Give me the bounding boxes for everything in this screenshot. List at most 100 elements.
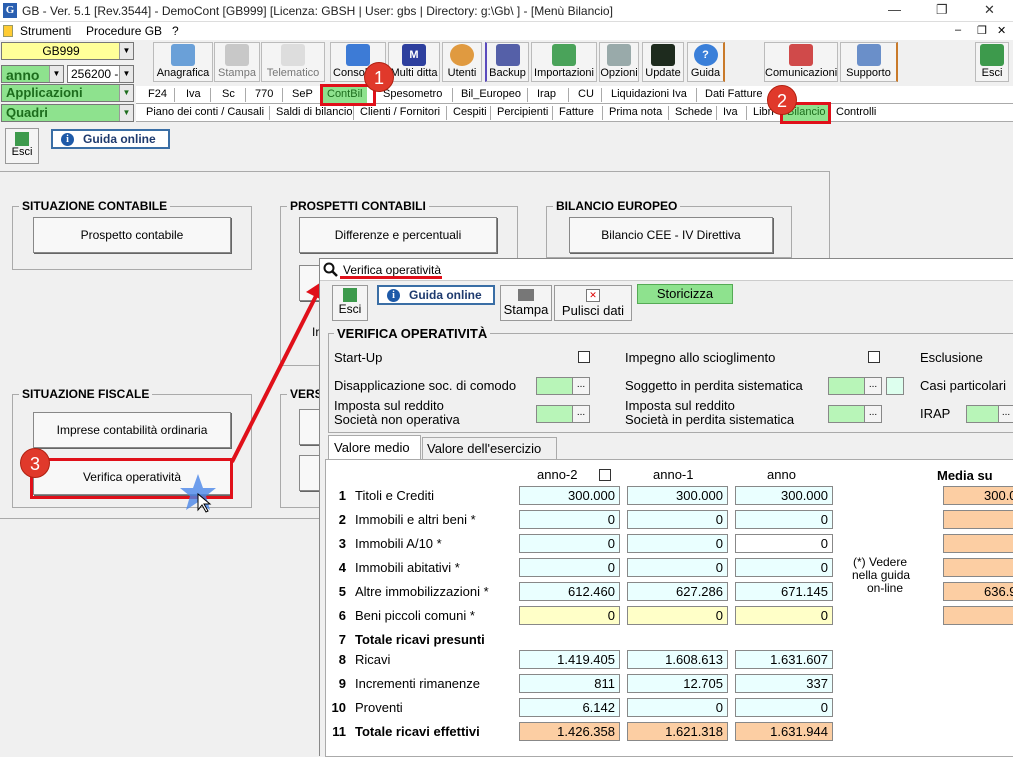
row-6-media <box>943 606 1013 625</box>
row-label: Altre immobilizzazioni * <box>355 584 489 599</box>
printer-icon <box>518 289 534 301</box>
col-media-su: Media su <box>937 468 993 483</box>
disapplicazione-label: Disapplicazione soc. di comodo <box>334 378 517 393</box>
verifica-operativita-dialog: Verifica operatività Esci i Guida online… <box>319 258 1013 757</box>
dialog-title: Verifica operatività <box>343 263 442 277</box>
row-10-anno-2[interactable]: 6.142 <box>519 698 620 717</box>
col-anno-1: anno-1 <box>653 467 694 482</box>
row-number: 2 <box>338 512 346 527</box>
startup-label: Start-Up <box>334 350 383 365</box>
row-4-anno-1[interactable]: 0 <box>627 558 728 577</box>
imposta2-label-a: Imposta sul reddito <box>625 398 735 413</box>
row-1-anno[interactable]: 300.000 <box>735 486 833 505</box>
row-10-anno[interactable]: 0 <box>735 698 833 717</box>
row-3-anno[interactable]: 0 <box>735 534 833 553</box>
col-anno-2: anno-2 <box>537 467 578 482</box>
imposta2-dots-button[interactable]: ... <box>864 405 882 423</box>
row-2-media <box>943 510 1013 529</box>
startup-checkbox[interactable] <box>578 351 590 363</box>
irap-dots-button[interactable]: ... <box>998 405 1013 423</box>
row-11-anno: 1.631.944 <box>735 722 833 741</box>
title-underline <box>340 276 442 279</box>
exit-door-icon <box>343 288 357 302</box>
soggetto-dots-button[interactable]: ... <box>864 377 882 395</box>
impegno-label: Impegno allo scioglimento <box>625 350 776 365</box>
imposta1-field[interactable] <box>536 405 574 423</box>
tab-valore-esercizio[interactable]: Valore dell'esercizio <box>422 437 557 459</box>
disapplicazione-field[interactable] <box>536 377 574 395</box>
row-label: Proventi <box>355 700 403 715</box>
imposta1-label-a: Imposta sul reddito <box>334 398 444 413</box>
row-number: 3 <box>338 536 346 551</box>
row-3-media <box>943 534 1013 553</box>
imposta1-label-b: Società non operativa <box>334 412 460 427</box>
row-5-media: 636.9 <box>943 582 1013 601</box>
row-1-anno-1[interactable]: 300.000 <box>627 486 728 505</box>
row-number: 9 <box>338 676 346 691</box>
row-10-anno-1[interactable]: 0 <box>627 698 728 717</box>
row-label: Ricavi <box>355 652 391 667</box>
row-3-anno-1[interactable]: 0 <box>627 534 728 553</box>
row-9-anno-2[interactable]: 811 <box>519 674 620 693</box>
note-line-3: on-line <box>867 581 904 595</box>
dialog-titlebar: Verifica operatività <box>320 259 1013 281</box>
irap-field[interactable] <box>966 405 1000 423</box>
row-label: Totale ricavi effettivi <box>355 724 480 739</box>
row-number: 4 <box>338 560 346 575</box>
row-4-media <box>943 558 1013 577</box>
row-2-anno-2[interactable]: 0 <box>519 510 620 529</box>
imposta1-dots-button[interactable]: ... <box>572 405 590 423</box>
esclusione-label: Esclusione <box>920 350 983 365</box>
section-title: VERIFICA OPERATIVITÀ <box>334 326 491 341</box>
row-label: Immobili abitativi * <box>355 560 460 575</box>
row-number: 5 <box>338 584 346 599</box>
clear-grid-icon: ✕ <box>586 289 600 302</box>
col-anno: anno <box>767 467 796 482</box>
row-6-anno[interactable]: 0 <box>735 606 833 625</box>
row-label: Immobili e altri beni * <box>355 512 476 527</box>
row-11-anno-2: 1.426.358 <box>519 722 620 741</box>
disapplicazione-dots-button[interactable]: ... <box>572 377 590 395</box>
row-2-anno[interactable]: 0 <box>735 510 833 529</box>
row-label: Beni piccoli comuni * <box>355 608 475 623</box>
dialog-guida-online-button[interactable]: i Guida online <box>377 285 495 305</box>
row-label: Titoli e Crediti <box>355 488 434 503</box>
row-1-media: 300.0 <box>943 486 1013 505</box>
row-label: Incrementi rimanenze <box>355 676 480 691</box>
soggetto-label: Soggetto in perdita sistematica <box>625 378 803 393</box>
info-icon: i <box>387 289 400 302</box>
row-3-anno-2[interactable]: 0 <box>519 534 620 553</box>
row-number: 8 <box>338 652 346 667</box>
row-5-anno[interactable]: 671.145 <box>735 582 833 601</box>
magnifier-icon <box>323 262 338 277</box>
casi-label: Casi particolari <box>920 378 1006 393</box>
dialog-pulisci-button[interactable]: ✕ Pulisci dati <box>554 285 632 321</box>
row-8-anno-1[interactable]: 1.608.613 <box>627 650 728 669</box>
row-8-anno-2[interactable]: 1.419.405 <box>519 650 620 669</box>
row-5-anno-1[interactable]: 627.286 <box>627 582 728 601</box>
row-number: 11 <box>332 724 346 739</box>
dialog-exit-button[interactable]: Esci <box>332 285 368 321</box>
row-number: 6 <box>338 608 346 623</box>
row-4-anno-2[interactable]: 0 <box>519 558 620 577</box>
anno-2-checkbox[interactable] <box>599 469 611 481</box>
tab-valore-medio[interactable]: Valore medio <box>328 435 421 459</box>
soggetto-field[interactable] <box>828 377 866 395</box>
row-9-anno-1[interactable]: 12.705 <box>627 674 728 693</box>
irap-label: IRAP <box>920 406 951 421</box>
storicizza-button[interactable]: Storicizza <box>637 284 733 304</box>
row-4-anno[interactable]: 0 <box>735 558 833 577</box>
impegno-checkbox[interactable] <box>868 351 880 363</box>
dialog-stampa-button[interactable]: Stampa <box>500 285 552 321</box>
row-6-anno-2[interactable]: 0 <box>519 606 620 625</box>
row-label: Totale ricavi presunti <box>355 632 485 647</box>
row-6-anno-1[interactable]: 0 <box>627 606 728 625</box>
imposta2-field[interactable] <box>828 405 866 423</box>
row-number: 7 <box>338 632 346 647</box>
row-8-anno[interactable]: 1.631.607 <box>735 650 833 669</box>
row-1-anno-2[interactable]: 300.000 <box>519 486 620 505</box>
row-9-anno[interactable]: 337 <box>735 674 833 693</box>
row-5-anno-2[interactable]: 612.460 <box>519 582 620 601</box>
search-icon[interactable] <box>886 377 904 395</box>
row-2-anno-1[interactable]: 0 <box>627 510 728 529</box>
